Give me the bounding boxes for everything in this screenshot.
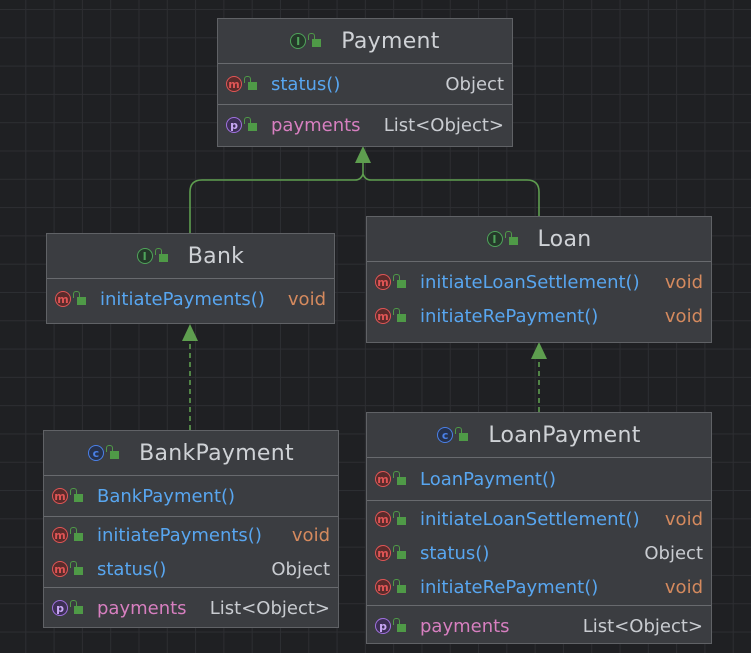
public-lock-icon — [455, 427, 469, 441]
arrowhead-bank — [182, 324, 198, 341]
method-icon: m — [52, 488, 68, 504]
method-name: initiateRePayment() — [420, 576, 599, 598]
class-box-payment[interactable]: I Payment m status() Object p payments List<… — [217, 18, 513, 147]
method-icon: m — [375, 545, 391, 561]
method-row[interactable]: m status() Object — [44, 552, 338, 586]
public-lock-icon — [70, 561, 83, 575]
field-row[interactable]: p payments List<Object> — [367, 609, 711, 643]
method-icon: m — [55, 291, 71, 307]
method-row[interactable]: m initiateLoanSettlement() void — [367, 265, 711, 299]
class-box-bankpayment[interactable]: c BankPayment m BankPayment() m initiatePa… — [43, 430, 339, 628]
field-row[interactable]: p payments List<Object> — [218, 108, 512, 142]
field-name: payments — [97, 597, 187, 619]
public-lock-icon — [393, 308, 406, 322]
method-name: status() — [420, 542, 490, 564]
method-row[interactable]: m initiateRePayment() void — [367, 570, 711, 604]
class-header: c LoanPayment — [367, 413, 711, 458]
field-type: List<Object> — [383, 114, 504, 136]
class-header: c BankPayment — [44, 431, 338, 476]
constructor-name: LoanPayment() — [420, 468, 557, 490]
method-row[interactable]: m status() Object — [218, 67, 512, 101]
class-icon: c — [88, 445, 105, 461]
interface-icon: I — [136, 248, 153, 264]
property-icon: p — [52, 600, 68, 616]
method-name: initiateLoanSettlement() — [420, 271, 640, 293]
field-name: payments — [420, 615, 510, 637]
property-icon: p — [226, 117, 242, 133]
return-type: void — [664, 576, 703, 598]
class-name: LoanPayment — [488, 422, 641, 448]
return-type: Object — [271, 558, 330, 580]
field-row[interactable]: p payments List<Object> — [44, 591, 338, 625]
edge-loan-payment — [362, 173, 540, 216]
public-lock-icon — [393, 511, 406, 525]
method-icon: m — [375, 511, 391, 527]
class-name: Loan — [537, 226, 592, 252]
public-lock-icon — [244, 117, 257, 131]
class-header: I Payment — [218, 19, 512, 64]
method-name: initiateLoanSettlement() — [420, 508, 640, 530]
method-icon: m — [226, 76, 242, 92]
method-icon: m — [375, 579, 391, 595]
method-row[interactable]: m initiatePayments() void — [47, 282, 334, 316]
public-lock-icon — [70, 527, 83, 541]
public-lock-icon — [154, 248, 168, 262]
interface-icon: I — [486, 231, 503, 247]
public-lock-icon — [393, 274, 406, 288]
field-type: List<Object> — [582, 615, 703, 637]
method-name: status() — [97, 558, 167, 580]
return-type: Object — [644, 542, 703, 564]
method-icon: m — [375, 308, 391, 324]
method-name: initiatePayments() — [100, 288, 265, 310]
class-header: I Loan — [367, 217, 711, 262]
return-type: void — [287, 288, 326, 310]
interface-icon: I — [290, 33, 307, 49]
arrowhead-loan — [531, 342, 547, 359]
public-lock-icon — [308, 33, 322, 47]
public-lock-icon — [504, 231, 518, 245]
field-type: List<Object> — [209, 597, 330, 619]
return-type: void — [664, 271, 703, 293]
property-icon: p — [375, 618, 391, 634]
return-type: Object — [445, 73, 504, 95]
public-lock-icon — [244, 76, 257, 90]
class-icon: c — [437, 427, 454, 443]
method-name: status() — [271, 73, 341, 95]
class-name: Bank — [187, 243, 245, 269]
method-icon: m — [375, 471, 391, 487]
return-type: void — [664, 508, 703, 530]
constructor-name: BankPayment() — [97, 485, 236, 507]
method-name: initiateRePayment() — [420, 305, 599, 327]
public-lock-icon — [393, 545, 406, 559]
class-box-loan[interactable]: I Loan m initiateLoanSettlement() void m in… — [366, 216, 712, 343]
arrowhead-payment — [355, 146, 371, 163]
public-lock-icon — [70, 600, 83, 614]
class-name: Payment — [341, 28, 440, 54]
public-lock-icon — [106, 445, 120, 459]
constructor-row[interactable]: m LoanPayment() — [367, 462, 711, 496]
method-icon: m — [375, 274, 391, 290]
return-type: void — [291, 524, 330, 546]
class-header: I Bank — [47, 234, 334, 279]
constructor-row[interactable]: m BankPayment() — [44, 479, 338, 513]
public-lock-icon — [393, 579, 406, 593]
method-icon: m — [52, 527, 68, 543]
return-type: void — [664, 305, 703, 327]
public-lock-icon — [393, 471, 406, 485]
method-name: initiatePayments() — [97, 524, 262, 546]
public-lock-icon — [73, 291, 86, 305]
public-lock-icon — [70, 488, 83, 502]
method-row[interactable]: m initiateRePayment() void — [367, 299, 711, 333]
field-name: payments — [271, 114, 361, 136]
method-row[interactable]: m initiatePayments() void — [44, 518, 338, 552]
edge-bank-payment — [189, 173, 364, 233]
method-row[interactable]: m status() Object — [367, 536, 711, 570]
method-row[interactable]: m initiateLoanSettlement() void — [367, 502, 711, 536]
method-icon: m — [52, 561, 68, 577]
class-name: BankPayment — [139, 440, 294, 466]
public-lock-icon — [393, 618, 406, 632]
class-box-loanpayment[interactable]: c LoanPayment m LoanPayment() m initiateLo… — [366, 412, 712, 644]
class-box-bank[interactable]: I Bank m initiatePayments() void — [46, 233, 335, 324]
